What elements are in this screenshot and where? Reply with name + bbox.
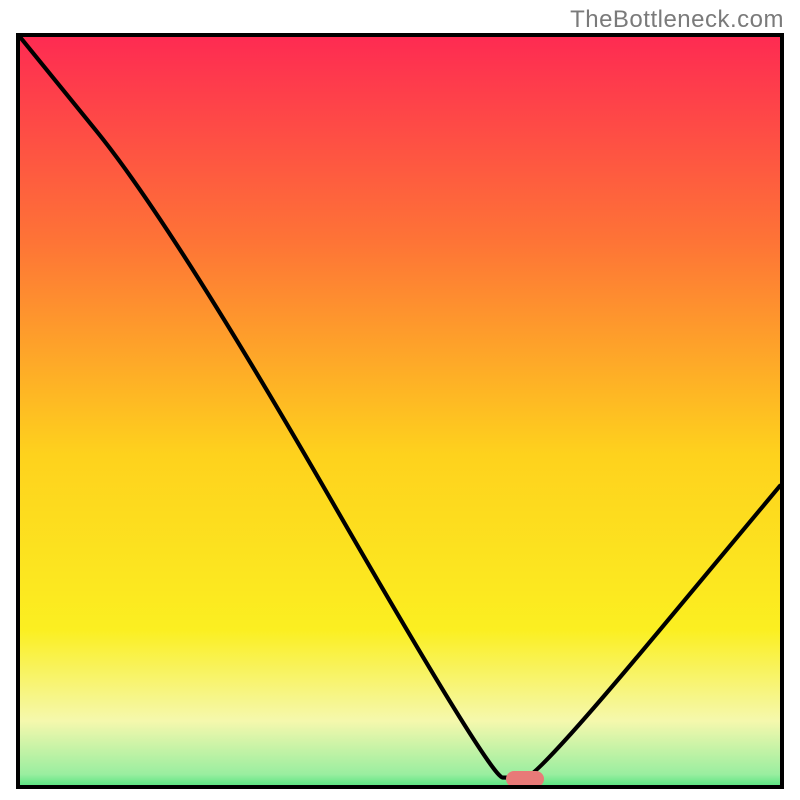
attribution-label: TheBottleneck.com (570, 6, 784, 34)
bottleneck-chart: TheBottleneck.com (0, 0, 800, 800)
axes-frame (16, 33, 784, 789)
